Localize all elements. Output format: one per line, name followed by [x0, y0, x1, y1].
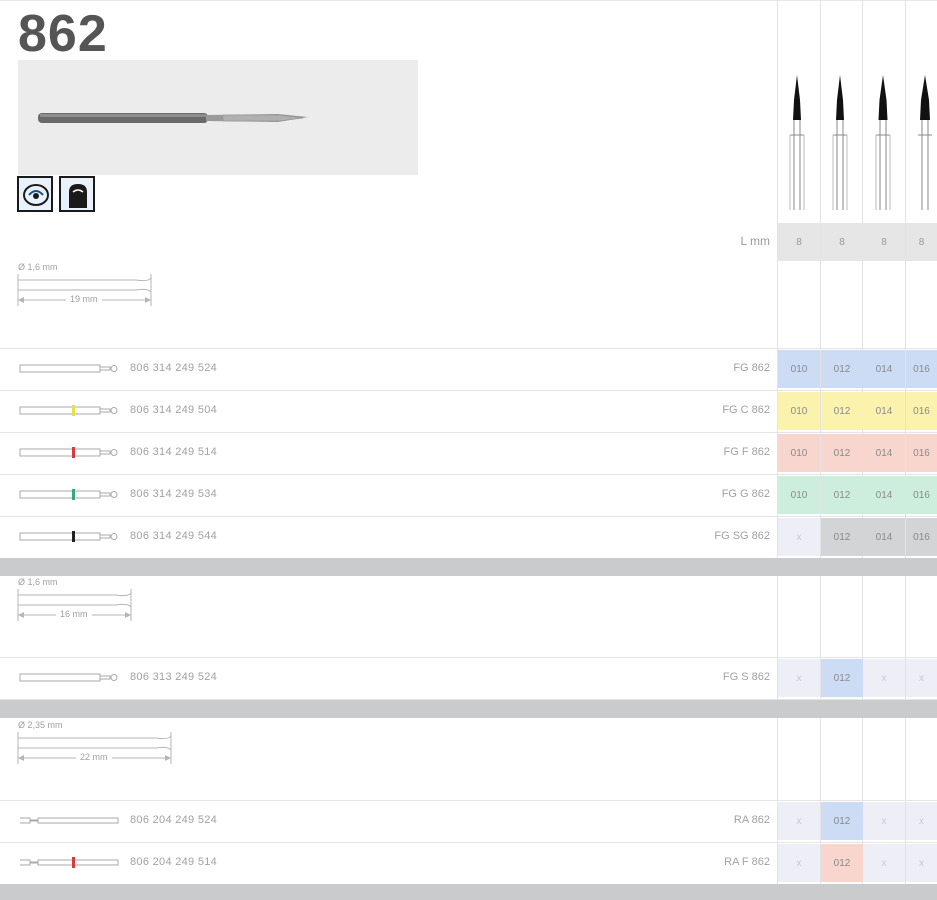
- reference-number: 806 313 249 524: [130, 671, 218, 683]
- shank-icon: [18, 446, 123, 465]
- size-cell[interactable]: 012: [821, 350, 863, 388]
- size-cell[interactable]: 012: [821, 518, 863, 556]
- size-cell[interactable]: 014: [863, 518, 905, 556]
- tool-drawings: [789, 75, 932, 210]
- size-cell[interactable]: 012: [821, 476, 863, 514]
- size-unavailable[interactable]: x: [863, 844, 905, 882]
- product-code: FG G 862: [721, 488, 770, 500]
- top-border: [0, 0, 937, 1]
- shank-icon: [18, 488, 123, 507]
- length-cell: 8: [906, 223, 937, 261]
- product-photo: [18, 60, 418, 175]
- size-unavailable[interactable]: x: [778, 518, 820, 556]
- size-unavailable[interactable]: x: [778, 802, 820, 840]
- shank-icon: [18, 404, 123, 423]
- tooth-icon: [59, 176, 95, 212]
- size-cell[interactable]: 014: [863, 434, 905, 472]
- size-cell[interactable]: 010: [778, 434, 820, 472]
- reference-number: 806 314 249 514: [130, 446, 218, 458]
- product-code: RA 862: [733, 814, 770, 826]
- reference-number: 806 314 249 534: [130, 488, 218, 500]
- reference-number: 806 314 249 524: [130, 362, 218, 374]
- shank-icon: [18, 530, 123, 549]
- shank-length: 19 mm: [66, 294, 102, 304]
- shank-icon: [18, 671, 123, 690]
- size-cell[interactable]: 016: [906, 476, 937, 514]
- section-separator: [0, 884, 937, 900]
- size-unavailable[interactable]: x: [906, 844, 937, 882]
- shank-dimension: Ø 1,6 mm 19 mm: [16, 262, 176, 322]
- reference-number: 806 204 249 524: [130, 814, 218, 826]
- shank-icon: [18, 856, 123, 875]
- reference-number: 806 204 249 514: [130, 856, 218, 868]
- shank-diameter: Ø 1,6 mm: [18, 577, 58, 587]
- product-code: FG SG 862: [714, 530, 770, 542]
- size-unavailable[interactable]: x: [863, 802, 905, 840]
- shank-icon: [18, 814, 123, 833]
- speed-icon: [17, 176, 53, 212]
- reference-number: 806 314 249 544: [130, 530, 218, 542]
- product-code: FG S 862: [722, 671, 770, 683]
- product-code: FG F 862: [723, 446, 770, 458]
- shank-length: 22 mm: [76, 752, 112, 762]
- size-unavailable[interactable]: x: [863, 659, 905, 697]
- shank-icon: [18, 362, 123, 381]
- length-cell: 8: [778, 223, 820, 261]
- size-cell[interactable]: 016: [906, 350, 937, 388]
- size-cell[interactable]: 016: [906, 518, 937, 556]
- size-cell[interactable]: 016: [906, 434, 937, 472]
- size-cell[interactable]: 012: [821, 392, 863, 430]
- size-cell[interactable]: 012: [821, 434, 863, 472]
- size-cell[interactable]: 014: [863, 476, 905, 514]
- size-cell[interactable]: 012: [821, 844, 863, 882]
- size-cell[interactable]: 010: [778, 476, 820, 514]
- product-sheet: 862 L mm 8 8 8 8 Ø 1,6 mm 19 mm 806 314 …: [0, 0, 937, 900]
- section-separator: [0, 558, 937, 576]
- size-cell[interactable]: 014: [863, 392, 905, 430]
- shank-dimension: Ø 2,35 mm 22 mm: [16, 720, 196, 780]
- size-unavailable[interactable]: x: [778, 844, 820, 882]
- length-label: L mm: [740, 234, 770, 248]
- length-cell: 8: [821, 223, 863, 261]
- size-unavailable[interactable]: x: [906, 659, 937, 697]
- shank-dimension: Ø 1,6 mm 16 mm: [16, 577, 156, 637]
- product-code: FG 862: [733, 362, 770, 374]
- size-unavailable[interactable]: x: [906, 802, 937, 840]
- shank-diameter: Ø 2,35 mm: [18, 720, 63, 730]
- size-cell[interactable]: 016: [906, 392, 937, 430]
- size-unavailable[interactable]: x: [778, 659, 820, 697]
- size-cell[interactable]: 012: [821, 802, 863, 840]
- size-cell[interactable]: 012: [821, 659, 863, 697]
- product-title: 862: [18, 5, 108, 63]
- shank-length: 16 mm: [56, 609, 92, 619]
- size-cell[interactable]: 010: [778, 392, 820, 430]
- reference-number: 806 314 249 504: [130, 404, 218, 416]
- product-code: FG C 862: [722, 404, 770, 416]
- product-code: RA F 862: [724, 856, 770, 868]
- size-cell[interactable]: 014: [863, 350, 905, 388]
- shank-diameter: Ø 1,6 mm: [18, 262, 58, 272]
- size-cell[interactable]: 010: [778, 350, 820, 388]
- section-separator: [0, 700, 937, 718]
- length-cell: 8: [863, 223, 905, 261]
